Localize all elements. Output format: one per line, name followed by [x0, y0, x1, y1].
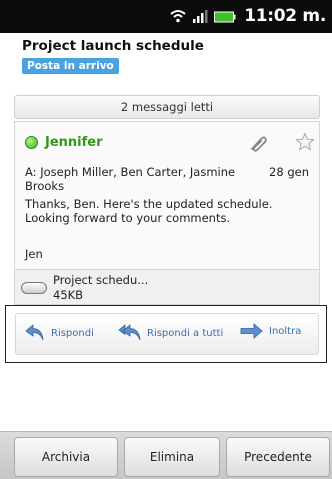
attachment-row[interactable]: Project schedu... 45KB	[14, 269, 320, 305]
reply-all-icon	[118, 324, 141, 341]
battery-icon	[214, 11, 236, 23]
previous-button[interactable]: Precedente	[226, 437, 330, 477]
message-header: Project launch schedule Posta in arrivo	[0, 33, 332, 85]
star-icon[interactable]	[295, 132, 315, 152]
reply-all-button[interactable]: Rispondi a tutti	[118, 322, 223, 344]
read-messages-bar[interactable]: 2 messaggi letti	[14, 95, 320, 119]
folder-badge[interactable]: Posta in arrivo	[22, 58, 119, 74]
message-body: Thanks, Ben. Here's the updated schedule…	[25, 197, 273, 225]
message-date: 28 gen	[269, 165, 309, 179]
archive-button[interactable]: Archivia	[14, 437, 118, 477]
attachment-size: 45KB	[53, 288, 84, 302]
status-icons	[170, 9, 236, 23]
paperclip-icon	[251, 136, 267, 152]
reply-button[interactable]: Rispondi	[24, 322, 94, 344]
message-subject: Project launch schedule	[22, 38, 204, 54]
sender-name[interactable]: Jennifer	[45, 135, 103, 150]
attachment-file-icon	[21, 282, 47, 294]
reply-label: Rispondi	[51, 327, 94, 339]
sender-row[interactable]: Jennifer	[25, 135, 103, 150]
status-clock: 11:02 m.	[244, 6, 326, 26]
forward-button[interactable]: Inoltra	[240, 322, 301, 340]
reply-all-label: Rispondi a tutti	[147, 327, 224, 339]
presence-icon	[25, 136, 38, 149]
status-bar: 11:02 m.	[0, 0, 332, 33]
reply-icon	[25, 324, 44, 341]
forward-label: Inoltra	[269, 325, 302, 337]
reply-actions-frame: Rispondi Rispondi a tutti Inoltra	[5, 305, 327, 363]
delete-button[interactable]: Elimina	[124, 437, 220, 477]
wifi-icon	[170, 10, 186, 23]
attachment-name: Project schedu...	[53, 273, 149, 287]
message-signature: Jen	[25, 247, 43, 261]
bottom-toolbar: Archivia Elimina Precedente	[0, 431, 332, 479]
signal-icon	[193, 10, 208, 23]
forward-icon	[240, 323, 263, 339]
recipients: A: Joseph Miller, Ben Carter, Jasmine Br…	[25, 165, 236, 193]
reply-actions-bar: Rispondi Rispondi a tutti Inoltra	[15, 313, 319, 355]
